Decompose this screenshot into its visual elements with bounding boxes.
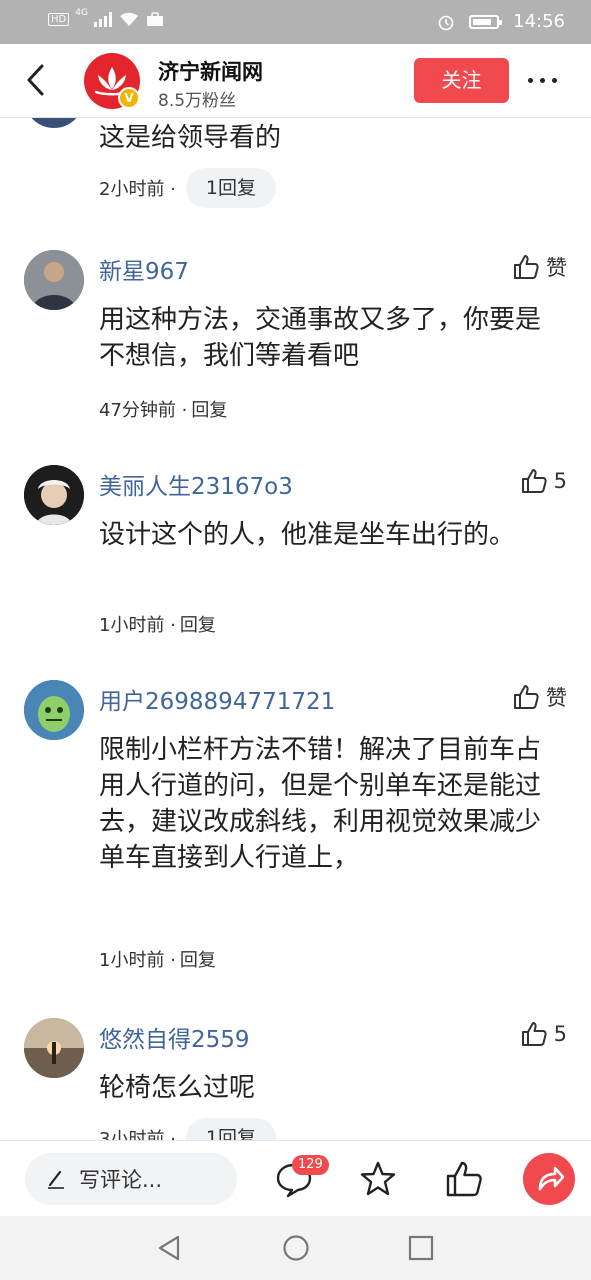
star-icon[interactable] bbox=[358, 1159, 398, 1199]
comment-meta: 3小时前 · 1回复 bbox=[99, 1118, 276, 1140]
briefcase-icon bbox=[146, 11, 163, 26]
like-button[interactable]: 赞 bbox=[512, 252, 567, 282]
comment-item: 这是给领导看的 2小时前 · 1回复 bbox=[0, 118, 591, 218]
like-button[interactable]: 5 bbox=[520, 1020, 567, 1048]
system-navigation-bar bbox=[0, 1216, 591, 1280]
avatar-image bbox=[24, 250, 84, 310]
avatar-image bbox=[24, 1018, 84, 1078]
avatar-image bbox=[24, 465, 84, 525]
comment-username[interactable]: 美丽人生23167o3 bbox=[99, 467, 293, 501]
comment-time: 47分钟前 · bbox=[99, 400, 188, 421]
nav-home-icon[interactable] bbox=[280, 1232, 312, 1264]
pencil-icon bbox=[48, 1170, 64, 1189]
account-header: V 济宁新闻网 8.5万粉丝 关注 bbox=[0, 44, 591, 118]
comment-item: 新星967 赞 用这种方法，交通事故又多了，你要是不想信，我们等着看吧 47分钟… bbox=[0, 250, 591, 450]
network-type: 4G bbox=[75, 8, 88, 18]
reply-button[interactable]: 回复 bbox=[180, 611, 216, 637]
back-arrow-icon[interactable] bbox=[18, 60, 58, 100]
reply-button[interactable]: 回复 bbox=[191, 396, 227, 422]
network-indicators: HD 4G bbox=[48, 8, 164, 27]
avatar[interactable] bbox=[24, 250, 84, 310]
comment-meta: 47分钟前 · 回复 bbox=[99, 396, 227, 422]
write-comment-placeholder: 写评论... bbox=[79, 1168, 163, 1192]
nav-back-icon[interactable] bbox=[154, 1232, 186, 1264]
comment-text: 这是给领导看的 bbox=[99, 123, 282, 153]
comment-text: 限制小栏杆方法不错！解决了目前车占用人行道的问，但是个别单车还是能过去，建议改成… bbox=[99, 735, 542, 873]
write-comment-input[interactable]: 写评论... bbox=[25, 1153, 237, 1205]
follower-count: 8.5万粉丝 bbox=[158, 91, 237, 111]
comment-count-badge: 129 bbox=[292, 1155, 329, 1175]
thumbs-up-icon bbox=[521, 1022, 547, 1046]
account-avatar[interactable]: V bbox=[84, 53, 140, 109]
wifi-icon bbox=[119, 12, 138, 26]
comment-time: 1小时前 · bbox=[99, 950, 176, 971]
comment-meta: 2小时前 · 1回复 bbox=[99, 168, 276, 208]
comment-text: 设计这个的人，他准是坐车出行的。 bbox=[99, 520, 516, 550]
avatar[interactable] bbox=[24, 465, 84, 525]
reply-button[interactable]: 回复 bbox=[180, 946, 216, 972]
nav-recents-icon[interactable] bbox=[405, 1232, 437, 1264]
reply-button[interactable]: 1回复 bbox=[185, 168, 276, 208]
avatar[interactable] bbox=[24, 680, 84, 740]
avatar-image bbox=[24, 680, 84, 740]
comment-meta: 1小时前 · 回复 bbox=[99, 611, 216, 637]
comment-item: 悠然自得2559 5 轮椅怎么过呢 3小时前 · 1回复 bbox=[0, 1018, 591, 1140]
hd-label: HD bbox=[48, 12, 70, 26]
follow-button[interactable]: 关注 bbox=[414, 58, 509, 103]
like-count: 5 bbox=[553, 1022, 567, 1046]
reply-button[interactable]: 1回复 bbox=[185, 1118, 276, 1140]
like-button[interactable]: 赞 bbox=[512, 682, 567, 712]
avatar[interactable] bbox=[24, 1018, 84, 1078]
thumbs-up-icon bbox=[514, 685, 539, 709]
signal-icon bbox=[93, 11, 112, 27]
share-icon bbox=[538, 1166, 565, 1191]
battery-icon bbox=[469, 14, 503, 29]
thumbs-up-icon[interactable] bbox=[444, 1159, 484, 1199]
like-count: 5 bbox=[553, 469, 567, 493]
comment-time: 1小时前 · bbox=[99, 615, 176, 636]
status-bar: HD 4G 14:56 bbox=[0, 0, 591, 44]
account-name[interactable]: 济宁新闻网 bbox=[158, 56, 263, 86]
comment-time: 3小时前 · bbox=[99, 1129, 176, 1140]
comment-item: 用户2698894771721 赞 限制小栏杆方法不错！解决了目前车占用人行道的… bbox=[0, 680, 591, 1000]
bottom-action-bar: 写评论... 129 bbox=[0, 1140, 591, 1216]
comment-time: 2小时前 · bbox=[99, 179, 176, 200]
share-button[interactable] bbox=[523, 1153, 575, 1205]
verified-badge: V bbox=[118, 87, 140, 109]
thumbs-up-icon bbox=[521, 469, 547, 493]
like-label: 赞 bbox=[546, 686, 567, 710]
comment-list[interactable]: 这是给领导看的 2小时前 · 1回复 新星967 赞 用这种方法，交通事故又多了… bbox=[0, 118, 591, 1140]
like-label: 赞 bbox=[546, 256, 567, 280]
comment-text: 轮椅怎么过呢 bbox=[99, 1073, 256, 1103]
comment-username[interactable]: 用户2698894771721 bbox=[99, 682, 335, 716]
system-indicators: 14:56 bbox=[437, 11, 565, 32]
comment-username[interactable]: 新星967 bbox=[99, 252, 189, 286]
clock: 14:56 bbox=[513, 11, 565, 32]
comment-meta: 1小时前 · 回复 bbox=[99, 946, 216, 972]
alarm-icon bbox=[438, 15, 454, 30]
more-icon[interactable] bbox=[528, 78, 557, 83]
like-button[interactable]: 5 bbox=[520, 467, 567, 495]
comment-item: 美丽人生23167o3 5 设计这个的人，他准是坐车出行的。 1小时前 · 回复 bbox=[0, 465, 591, 665]
thumbs-up-icon bbox=[514, 255, 539, 279]
comment-username[interactable]: 悠然自得2559 bbox=[99, 1020, 250, 1054]
avatar[interactable] bbox=[24, 118, 84, 128]
comment-text: 用这种方法，交通事故又多了，你要是不想信，我们等着看吧 bbox=[99, 305, 542, 371]
